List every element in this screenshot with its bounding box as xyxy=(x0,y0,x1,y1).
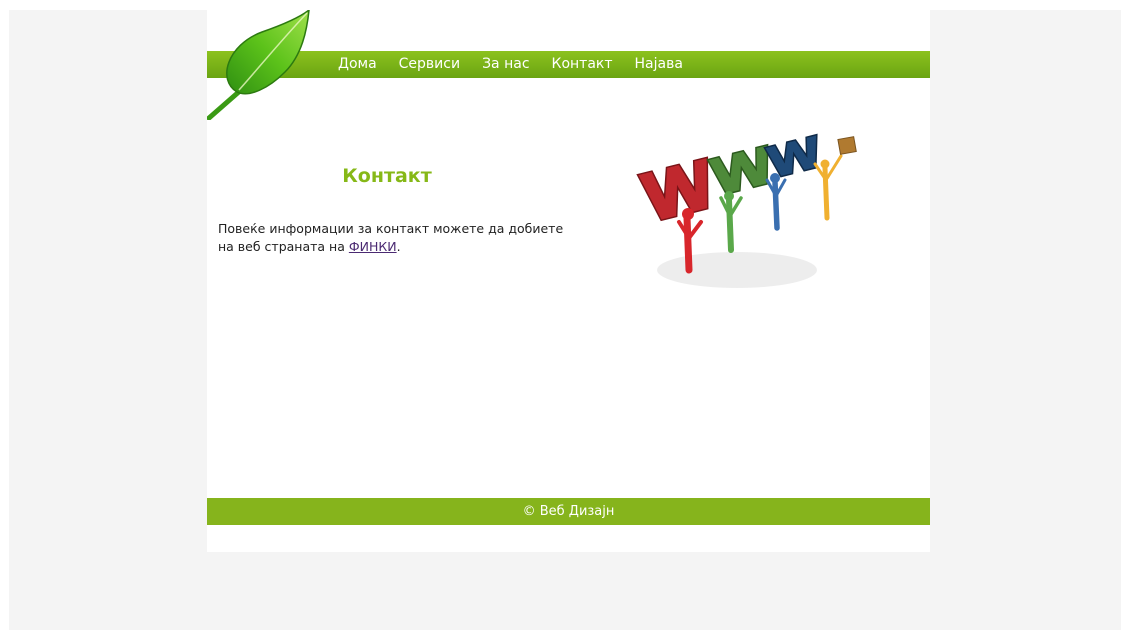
footer: © Веб Дизајн xyxy=(207,498,930,525)
nav-bar: Дома Сервиси За нас Контакт Најава xyxy=(207,51,930,78)
nav-item-home[interactable]: Дома xyxy=(327,51,388,78)
page-title: Контакт xyxy=(342,165,432,187)
nav-item-contact[interactable]: Контакт xyxy=(541,51,624,78)
finki-link[interactable]: ФИНКИ xyxy=(349,239,397,254)
contact-paragraph: Повеќе информации за контакт можете да д… xyxy=(218,220,578,256)
nav-list: Дома Сервиси За нас Контакт Најава xyxy=(327,51,694,78)
contact-text-end: . xyxy=(396,238,401,254)
nav-item-login[interactable]: Најава xyxy=(624,51,694,78)
leaf-icon xyxy=(207,10,310,120)
nav-item-about[interactable]: За нас xyxy=(471,51,540,78)
nav-item-services[interactable]: Сервиси xyxy=(388,51,471,78)
page-container: Дома Сервиси За нас Контакт Најава Конта… xyxy=(207,10,930,552)
www-figures-illustration xyxy=(636,133,857,288)
